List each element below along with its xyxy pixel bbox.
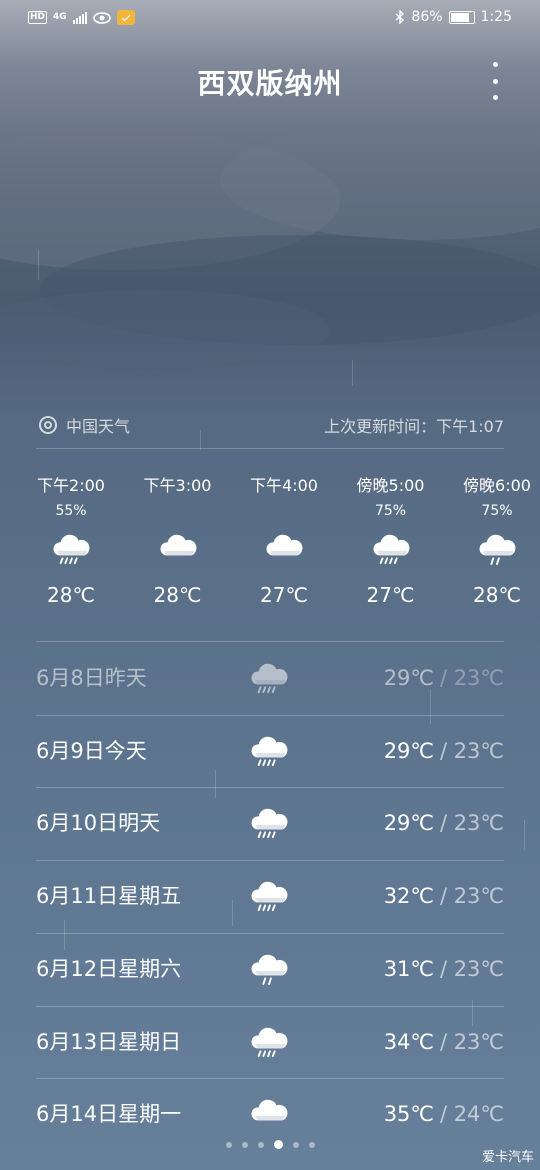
china-weather-logo-icon: [39, 416, 57, 434]
high-temp: 32℃: [383, 884, 434, 909]
cloud-icon: [159, 531, 197, 569]
mail-notification-icon: [116, 10, 135, 25]
bluetooth-icon: [395, 10, 405, 24]
hour-time: 下午2:00: [37, 476, 105, 495]
divider: [36, 1005, 504, 1007]
cloud-icon: [265, 531, 303, 569]
page-dot[interactable]: [257, 1141, 264, 1148]
precip-chance: 75%: [481, 503, 513, 519]
page-dot[interactable]: [292, 1141, 299, 1148]
page-dot[interactable]: [308, 1141, 315, 1148]
page-dot[interactable]: [225, 1141, 232, 1148]
precip-chance: [125, 498, 231, 524]
rain-cloud-icon: [250, 736, 288, 771]
rain-cloud-icon: [250, 809, 288, 843]
city-title: 西双版纳州: [197, 67, 343, 100]
last-updated: 上次更新时间：下午1:07: [324, 417, 504, 436]
high-temp: 29℃: [383, 666, 434, 690]
hour-temp: 28℃: [47, 583, 95, 607]
battery-icon: [448, 10, 475, 24]
page-dot[interactable]: [241, 1141, 248, 1148]
battery-percent: 86%: [411, 9, 443, 25]
hour-temp: 28℃: [153, 583, 202, 607]
hour-time: 下午3:00: [143, 476, 212, 495]
eye-icon: [92, 11, 111, 24]
low-temp: / 23℃: [439, 1029, 504, 1054]
divider: [36, 1078, 504, 1080]
source-label: 中国天气: [66, 417, 131, 436]
light-rain-cloud-icon: [250, 954, 288, 989]
day-date: 6月10日明天: [36, 811, 161, 836]
daily-row: 6月8日昨天 29℃/ 23℃: [36, 642, 504, 714]
low-temp: / 23℃: [439, 738, 504, 763]
daily-row: 6月13日星期日 34℃/ 23℃: [36, 1006, 504, 1078]
low-temp: / 23℃: [439, 811, 504, 836]
day-date: 6月12日星期六: [36, 956, 182, 981]
divider: [36, 860, 504, 862]
clock: 1:25: [480, 9, 512, 25]
high-temp: 29℃: [383, 738, 434, 763]
hour-column: 下午4:00 27℃: [231, 474, 337, 614]
day-date: 6月11日星期五: [36, 884, 182, 909]
hour-time: 傍晚5:00: [356, 476, 425, 495]
cloud-icon: [250, 1099, 288, 1134]
daily-row: 6月9日今天 29℃/ 23℃: [36, 715, 504, 787]
daily-row: 6月10日明天 29℃/ 23℃: [36, 787, 504, 859]
network-type: 4G: [53, 12, 67, 22]
page-indicator: [0, 1140, 540, 1149]
divider: [36, 932, 504, 934]
low-temp: / 23℃: [439, 884, 504, 909]
hour-column: 傍晚5:00 75% 27℃: [338, 474, 444, 614]
page-dot[interactable]: [273, 1140, 283, 1149]
hour-time: 傍晚6:00: [463, 476, 531, 495]
hour-time: 下午4:00: [250, 476, 318, 495]
high-temp: 34℃: [383, 1029, 434, 1054]
divider: [36, 714, 504, 716]
rain-cloud-icon: [250, 663, 288, 698]
precip-chance: 75%: [374, 503, 407, 519]
day-date: 6月13日星期日: [36, 1029, 182, 1054]
watermark: 爱卡汽车: [481, 1150, 534, 1165]
daily-row: 6月12日星期六 31℃/ 23℃: [36, 933, 504, 1005]
hour-column: 下午3:00 28℃: [125, 474, 231, 614]
hd-indicator: HD: [28, 11, 48, 24]
divider: [36, 448, 504, 449]
status-bar: HD 4G 86% 1:25: [0, 0, 540, 38]
hour-temp: 28℃: [473, 583, 521, 607]
rain-cloud-icon: [250, 1027, 288, 1062]
low-temp: / 23℃: [439, 956, 504, 981]
hour-temp: 27℃: [366, 583, 415, 607]
high-temp: 29℃: [383, 811, 434, 836]
divider: [36, 787, 504, 789]
more-options-icon[interactable]: [486, 62, 504, 100]
rain-cloud-icon: [250, 881, 288, 916]
precip-chance: [231, 498, 337, 524]
rain-cloud-icon: [52, 531, 90, 569]
low-temp: / 23℃: [439, 666, 504, 690]
light-rain-cloud-icon: [478, 531, 516, 569]
hourly-forecast[interactable]: 下午2:00 55% 28℃ 下午3:00 28℃ 下午4:00 27℃ 傍晚5:00 75% 2…: [18, 474, 540, 624]
hour-column: 傍晚6:00 75% 28℃: [444, 474, 540, 614]
daily-row: 6月11日星期五 32℃/ 23℃: [36, 860, 504, 932]
high-temp: 31℃: [383, 956, 434, 981]
signal-icon: [72, 11, 87, 24]
day-date: 6月8日昨天: [36, 666, 147, 690]
hour-column: 下午2:00 55% 28℃: [18, 474, 124, 614]
weather-source: 中国天气: [38, 413, 130, 437]
hour-temp: 27℃: [260, 583, 308, 607]
rain-cloud-icon: [372, 531, 410, 569]
precip-chance: 55%: [55, 503, 87, 519]
day-date: 6月9日今天: [36, 738, 147, 763]
